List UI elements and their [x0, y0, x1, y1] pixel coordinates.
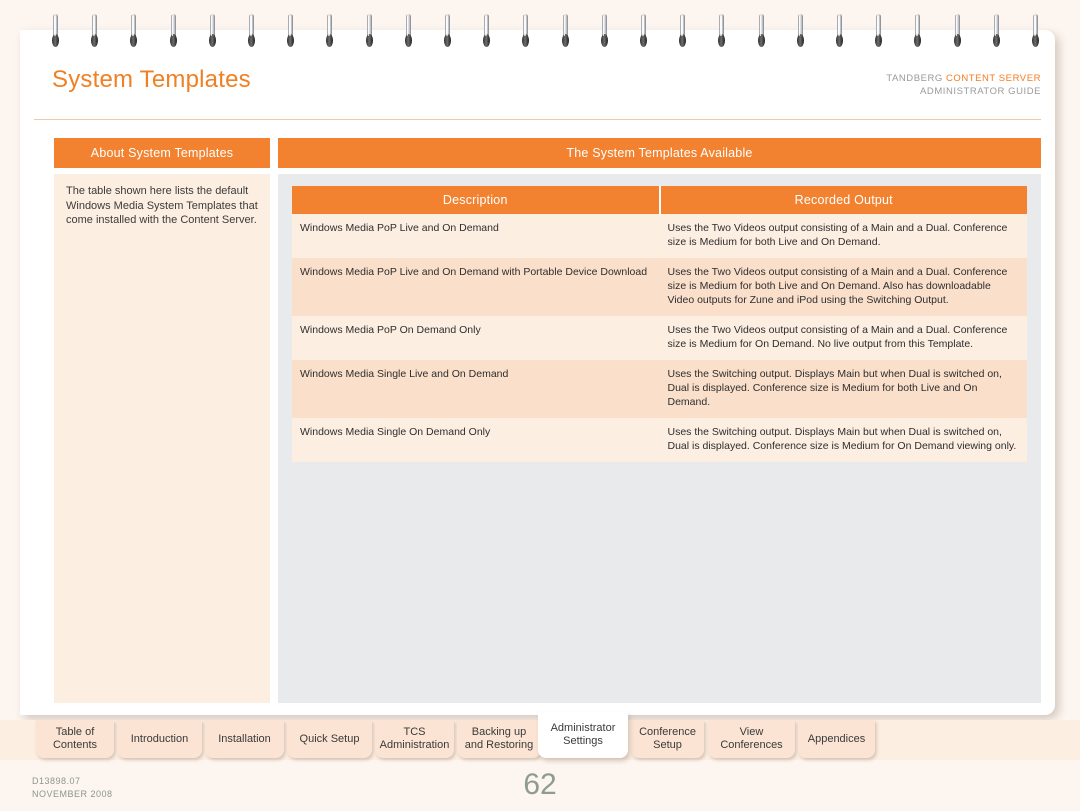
cell-description: Windows Media PoP Live and On Demand wit…	[292, 258, 660, 316]
table-row: Windows Media Single Live and On Demand U…	[292, 360, 1027, 418]
cell-recorded-output: Uses the Two Videos output consisting of…	[659, 214, 1027, 258]
page-number: 62	[523, 768, 557, 801]
sidebar-panel: About System Templates The table shown h…	[54, 138, 270, 703]
sidebar-heading: About System Templates	[54, 138, 270, 168]
main-heading: The System Templates Available	[278, 138, 1041, 168]
section-tab-table-of-contents[interactable]: Table of Contents	[36, 720, 114, 758]
section-tab-introduction[interactable]: Introduction	[117, 720, 202, 758]
section-tab-quick-setup[interactable]: Quick Setup	[287, 720, 372, 758]
brand-vendor: TANDBERG	[886, 73, 947, 84]
section-tab-label: View Conferences	[720, 726, 783, 751]
table-row: Windows Media PoP Live and On Demand wit…	[292, 258, 1027, 316]
page-title: System Templates	[52, 66, 251, 93]
brand-line-1: TANDBERG CONTENT SERVER	[886, 72, 1041, 85]
section-tab-label: Table of Contents	[52, 726, 98, 751]
section-tab-label: Administrator Settings	[550, 722, 616, 747]
cell-description: Windows Media Single Live and On Demand	[292, 360, 660, 418]
section-tab-backing-up-and-restoring[interactable]: Backing up and Restoring	[457, 720, 541, 758]
section-tab-label: Appendices	[807, 732, 866, 745]
brand-line-2: ADMINISTRATOR GUIDE	[920, 86, 1041, 97]
document-page: System Templates TANDBERG CONTENT SERVER…	[20, 30, 1055, 715]
table-row: Windows Media Single On Demand Only Uses …	[292, 418, 1027, 462]
column-header-recorded-output: Recorded Output	[659, 186, 1027, 214]
section-tab-label: Conference Setup	[639, 726, 696, 751]
section-tab-appendices[interactable]: Appendices	[798, 720, 875, 758]
table-row: Windows Media PoP On Demand Only Uses the…	[292, 316, 1027, 360]
section-tab-view-conferences[interactable]: View Conferences	[708, 720, 795, 758]
section-tab-tcs-administration[interactable]: TCS Administration	[375, 720, 454, 758]
section-tab-label: Quick Setup	[299, 732, 360, 745]
section-tab-label: Installation	[218, 732, 271, 745]
system-templates-table: Description Recorded Output Windows Medi…	[292, 186, 1027, 462]
main-panel: The System Templates Available Descripti…	[278, 138, 1041, 703]
cell-recorded-output: Uses the Switching output. Displays Main…	[659, 418, 1027, 462]
document-header: System Templates TANDBERG CONTENT SERVER…	[34, 58, 1041, 120]
section-tab-conference-setup[interactable]: Conference Setup	[631, 720, 704, 758]
section-tab-installation[interactable]: Installation	[205, 720, 284, 758]
sidebar-body-text: The table shown here lists the default W…	[54, 174, 270, 703]
section-tab-administrator-settings[interactable]: Administrator Settings	[538, 712, 628, 758]
table-row: Windows Media PoP Live and On Demand Uses…	[292, 214, 1027, 258]
section-tab-bar: Table of Contents Introduction Installatio…	[0, 712, 1080, 760]
cell-description: Windows Media PoP On Demand Only	[292, 316, 660, 360]
main-panel-body: Description Recorded Output Windows Medi…	[278, 174, 1041, 703]
section-tab-label: Backing up and Restoring	[464, 726, 534, 751]
cell-recorded-output: Uses the Two Videos output consisting of…	[659, 258, 1027, 316]
section-tab-label: TCS Administration	[379, 726, 450, 751]
column-header-description: Description	[292, 186, 661, 214]
cell-recorded-output: Uses the Switching output. Displays Main…	[659, 360, 1027, 418]
cell-description: Windows Media Single On Demand Only	[292, 418, 660, 462]
brand-block: TANDBERG CONTENT SERVER ADMINISTRATOR GU…	[886, 72, 1041, 98]
table-header-row: Description Recorded Output	[292, 186, 1027, 214]
table-head: Description Recorded Output	[292, 186, 1027, 214]
cell-description: Windows Media PoP Live and On Demand	[292, 214, 660, 258]
brand-product: CONTENT SERVER	[946, 73, 1041, 84]
cell-recorded-output: Uses the Two Videos output consisting of…	[659, 316, 1027, 360]
section-tab-label: Introduction	[130, 732, 189, 745]
table-body: Windows Media PoP Live and On Demand Uses…	[292, 214, 1027, 462]
